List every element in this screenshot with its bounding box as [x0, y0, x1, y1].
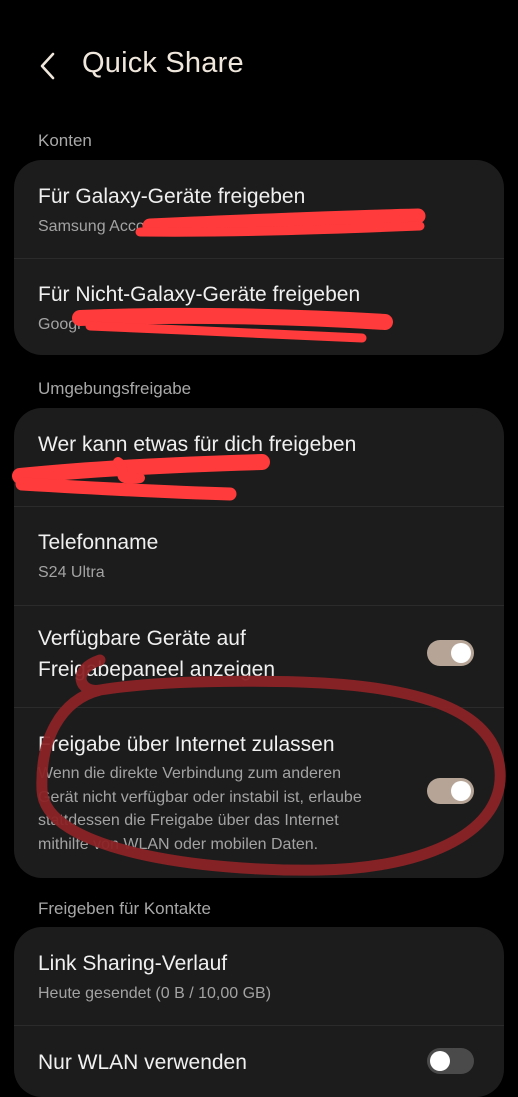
chevron-left-icon — [40, 52, 55, 80]
toggle-knob — [451, 781, 471, 801]
non-galaxy-share-title: Für Nicht-Galaxy-Geräte freigeben — [38, 283, 361, 306]
contacts-card: Link Sharing-Verlauf Heute gesendet (0 B… — [14, 927, 504, 1097]
phone-name-title: Telefonname — [38, 531, 159, 554]
app-header: Quick Share — [0, 0, 518, 135]
back-button[interactable] — [32, 48, 62, 84]
galaxy-share-row[interactable]: Für Galaxy-Geräte freigeben Samsung Acco — [14, 160, 504, 259]
section-label-contacts: Freigeben für Kontakte — [38, 899, 211, 918]
galaxy-share-account: Samsung Acco — [38, 218, 145, 235]
internet-share-desc-line4: mithilfe von WLAN oder mobilen Daten. — [38, 836, 319, 853]
nearby-card: Wer kann etwas für dich freigeben Telefo… — [14, 408, 504, 878]
section-label-nearby: Umgebungsfreigabe — [38, 379, 192, 398]
section-label-accounts: Konten — [38, 131, 92, 150]
phone-name-row[interactable]: Telefonname S24 Ultra — [14, 507, 504, 606]
phone-name-value: S24 Ultra — [38, 564, 105, 581]
internet-share-title: Freigabe über Internet zulassen — [38, 733, 335, 756]
wifi-only-title: Nur WLAN verwenden — [38, 1051, 247, 1074]
who-can-share-title: Wer kann etwas für dich freigeben — [38, 433, 357, 456]
galaxy-share-title: Für Galaxy-Geräte freigeben — [38, 185, 306, 208]
show-devices-title-line2: Freigabepaneel anzeigen — [38, 658, 276, 681]
internet-share-desc-line2: Gerät nicht verfügbar oder instabil ist,… — [38, 789, 362, 806]
internet-share-desc-line1: Wenn die direkte Verbindung zum anderen — [38, 765, 342, 782]
toggle-knob — [451, 643, 471, 663]
show-devices-row[interactable]: Verfügbare Geräte auf Freigabepaneel anz… — [14, 606, 504, 708]
internet-share-toggle[interactable] — [427, 778, 474, 804]
wifi-only-toggle[interactable] — [427, 1048, 474, 1074]
show-devices-title-line1: Verfügbare Geräte auf — [38, 627, 246, 650]
page-title: Quick Share — [82, 47, 244, 79]
wifi-only-row[interactable]: Nur WLAN verwenden — [14, 1026, 504, 1097]
internet-share-desc-line3: stattdessen die Freigabe über das Intern… — [38, 812, 339, 829]
toggle-knob — [430, 1051, 450, 1071]
non-galaxy-share-account: Googl — [38, 316, 81, 333]
non-galaxy-share-row[interactable]: Für Nicht-Galaxy-Geräte freigeben Googl — [14, 259, 504, 355]
link-sharing-history-subtitle: Heute gesendet (0 B / 10,00 GB) — [38, 985, 272, 1002]
accounts-card: Für Galaxy-Geräte freigeben Samsung Acco… — [14, 160, 504, 355]
show-devices-toggle[interactable] — [427, 640, 474, 666]
internet-share-row[interactable]: Freigabe über Internet zulassen Wenn die… — [14, 708, 504, 878]
link-sharing-history-row[interactable]: Link Sharing-Verlauf Heute gesendet (0 B… — [14, 927, 504, 1026]
who-can-share-row[interactable]: Wer kann etwas für dich freigeben — [14, 408, 504, 507]
link-sharing-history-title: Link Sharing-Verlauf — [38, 952, 228, 975]
